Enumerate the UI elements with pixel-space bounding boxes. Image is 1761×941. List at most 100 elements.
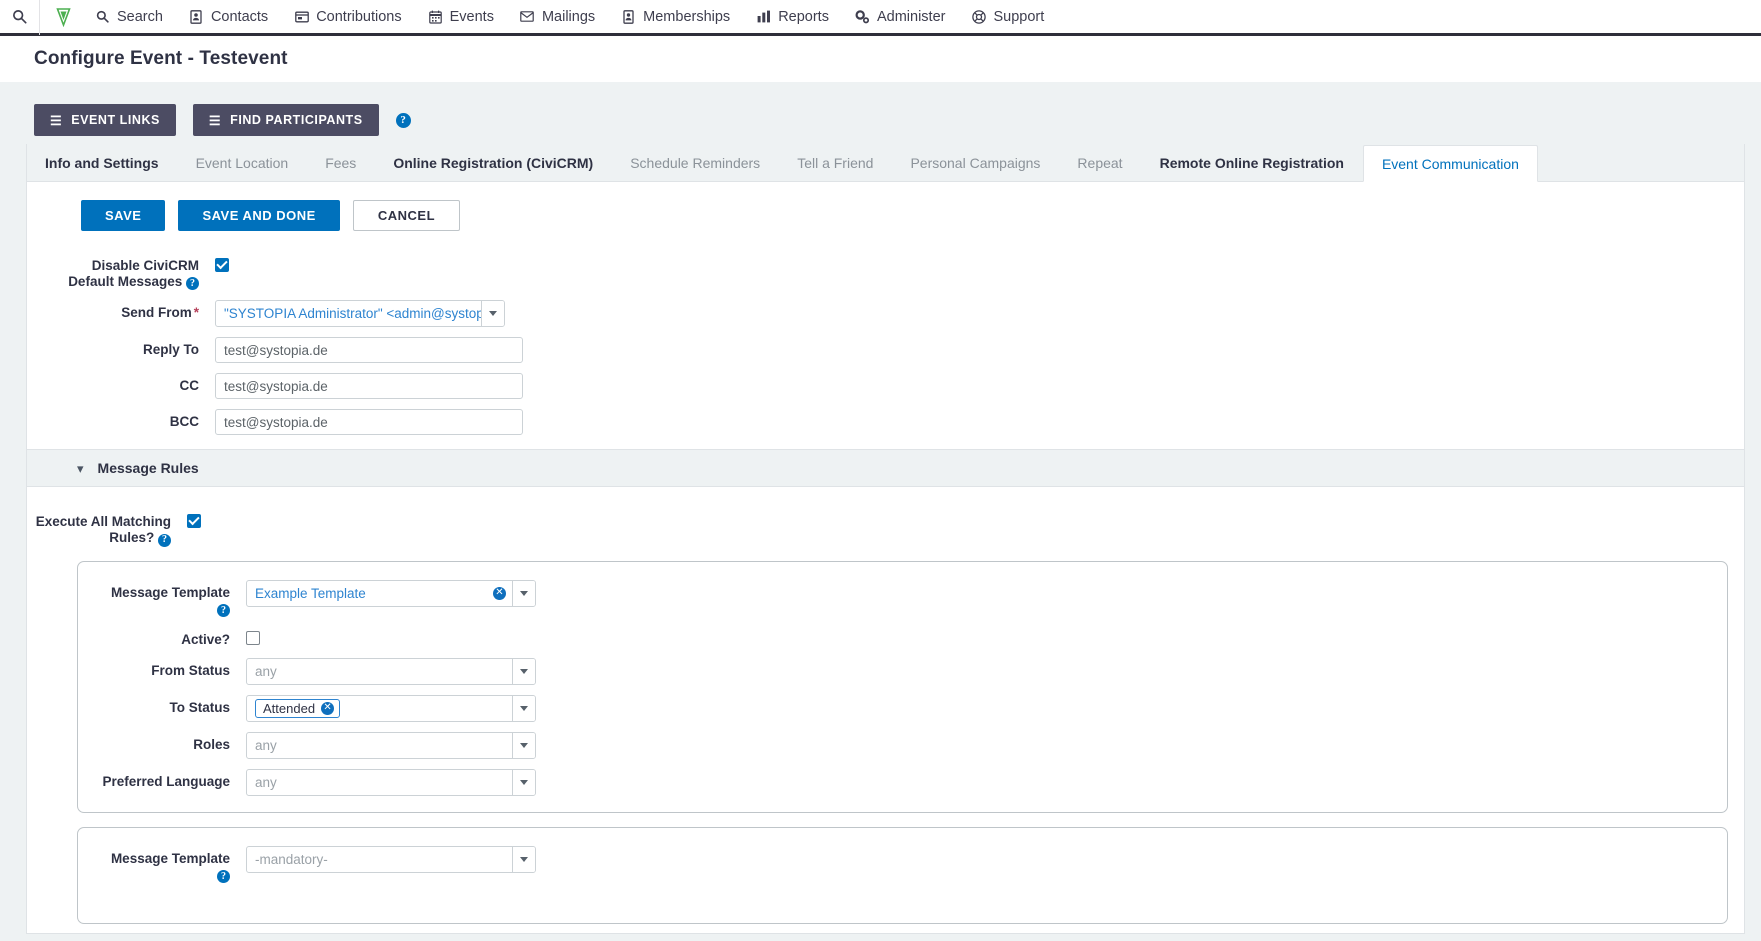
roles-value: any (255, 737, 277, 753)
preferred-language-label: Preferred Language (102, 773, 230, 789)
reply-to-label: Reply To (142, 342, 199, 358)
tab-personal-campaigns[interactable]: Personal Campaigns (892, 144, 1059, 181)
help-icon[interactable]: ? (217, 603, 230, 617)
hamburger-icon: ☰ (50, 112, 63, 128)
tab-label: Event Location (195, 154, 289, 171)
roles-select[interactable]: any (246, 731, 536, 759)
field-row-message-template: Message Template ? -mandatory- (78, 845, 1727, 884)
tab-online-registration[interactable]: Online Registration (CiviCRM) (375, 144, 612, 181)
field-row-bcc: BCC test@systopia.de (27, 409, 1744, 436)
menu-item-support[interactable]: Support (958, 0, 1057, 35)
bcc-control: test@systopia.de (215, 409, 523, 436)
disable-default-messages-checkbox[interactable] (215, 258, 229, 272)
from-status-value: any (255, 663, 277, 679)
cc-label: CC (179, 378, 200, 394)
chevron-down-icon[interactable] (512, 580, 535, 606)
remove-chip-icon[interactable]: ✕ (321, 701, 335, 715)
chevron-down-icon[interactable] (512, 695, 535, 721)
page-title: Configure Event - Testevent (34, 48, 288, 69)
active-control (246, 627, 260, 646)
send-from-value: "SYSTOPIA Administrator" <admin@systopia… (224, 306, 481, 322)
help-icon[interactable]: ? (158, 533, 171, 547)
reply-to-control: test@systopia.de (215, 337, 523, 364)
help-icon[interactable]: ? (186, 277, 199, 291)
send-from-select[interactable]: "SYSTOPIA Administrator" <admin@systopia… (215, 300, 505, 328)
field-row-send-from: Send From * "SYSTOPIA Administrator" <adm… (27, 300, 1744, 328)
tab-label: Repeat (1077, 154, 1123, 171)
message-rules-section-header[interactable]: ▾ Message Rules (27, 449, 1744, 488)
tab-label: Info and Settings (45, 154, 159, 171)
tab-schedule-reminders[interactable]: Schedule Reminders (612, 144, 779, 181)
tab-event-communication[interactable]: Event Communication (1362, 145, 1538, 182)
message-rule-2: Message Template ? -mandatory- (77, 826, 1728, 925)
disable-default-messages-control (215, 253, 229, 272)
preferred-language-value: any (255, 774, 277, 790)
chevron-down-icon[interactable] (512, 658, 535, 684)
menu-item-reports[interactable]: Reports (743, 0, 842, 35)
menu-item-contributions[interactable]: Contributions (281, 0, 414, 35)
menu-item-memberships[interactable]: Memberships (608, 0, 743, 35)
tab-tell-a-friend[interactable]: Tell a Friend (779, 144, 892, 181)
menu-item-contacts[interactable]: Contacts (176, 0, 281, 35)
tab-remote-online-registration[interactable]: Remote Online Registration (1142, 144, 1363, 181)
active-label: Active? (181, 631, 230, 647)
quick-search-icon[interactable] (0, 0, 40, 35)
roles-label: Roles (193, 736, 230, 752)
tab-event-location[interactable]: Event Location (178, 144, 308, 181)
label-text: Message Template (110, 850, 230, 866)
search-icon (95, 9, 110, 24)
tab-info-and-settings[interactable]: Info and Settings (27, 144, 178, 181)
event-communication-form: SAVE SAVE AND DONE CANCEL Disable CiviCR… (27, 182, 1744, 925)
chevron-down-icon[interactable] (481, 301, 504, 327)
event-config-card: Info and Settings Event Location Fees On… (26, 144, 1745, 934)
event-links-button[interactable]: ☰ EVENT LINKS (34, 104, 176, 136)
cancel-button[interactable]: CANCEL (352, 200, 461, 231)
cc-input[interactable]: test@systopia.de (215, 373, 523, 400)
label-line-2: Default Messages (68, 273, 183, 289)
menu-item-mailings[interactable]: Mailings (507, 0, 608, 35)
message-template-select[interactable]: -mandatory- (246, 845, 536, 873)
save-and-done-button[interactable]: SAVE AND DONE (178, 200, 340, 231)
send-from-label: Send From * (27, 300, 199, 321)
menu-item-events[interactable]: Events (415, 0, 507, 35)
to-status-select[interactable]: Attended ✕ (246, 694, 536, 722)
tab-fees[interactable]: Fees (307, 144, 375, 181)
field-row-preferred-language: Preferred Language any (78, 768, 1727, 796)
chevron-down-icon[interactable] (512, 769, 535, 795)
required-asterisk: * (193, 305, 199, 321)
contacts-icon (189, 9, 204, 24)
chevron-down-icon[interactable] (512, 732, 535, 758)
save-button[interactable]: SAVE (81, 200, 166, 231)
cc-control: test@systopia.de (215, 373, 523, 400)
calendar-icon (428, 9, 443, 24)
menu-item-label: Search (117, 8, 163, 25)
find-participants-button[interactable]: ☰ FIND PARTICIPANTS (192, 104, 379, 136)
hamburger-icon: ☰ (208, 112, 222, 128)
field-row-cc: CC test@systopia.de (27, 373, 1744, 400)
event-config-tabs: Info and Settings Event Location Fees On… (27, 144, 1744, 182)
field-row-to-status: To Status Attended ✕ (78, 694, 1727, 722)
civicrm-logo-icon[interactable] (44, 0, 82, 35)
preferred-language-select[interactable]: any (246, 768, 536, 796)
tab-repeat[interactable]: Repeat (1059, 144, 1141, 181)
bar-chart-icon (756, 9, 771, 24)
message-template-select[interactable]: Example Template ✕ (246, 579, 536, 607)
menu-item-search[interactable]: Search (82, 0, 176, 35)
execute-all-matching-rules-checkbox[interactable] (187, 514, 201, 529)
chevron-down-icon[interactable] (512, 846, 535, 872)
from-status-select[interactable]: any (246, 657, 536, 685)
active-checkbox[interactable] (246, 630, 260, 645)
field-row-reply-to: Reply To test@systopia.de (27, 337, 1744, 364)
bcc-input[interactable]: test@systopia.de (215, 409, 523, 436)
chip-label: Attended (263, 700, 316, 716)
menu-item-administer[interactable]: Administer (842, 0, 959, 35)
clear-selection-icon[interactable]: ✕ (493, 586, 506, 600)
reply-to-input[interactable]: test@systopia.de (215, 337, 523, 364)
label-line-2: Rules? (109, 530, 155, 546)
from-status-control: any (246, 657, 536, 685)
help-icon[interactable]: ? (217, 870, 230, 884)
tab-label: Remote Online Registration (1159, 154, 1344, 171)
lifebuoy-icon (971, 9, 986, 24)
menu-item-label: Mailings (541, 8, 596, 25)
help-icon[interactable]: ? (395, 112, 411, 128)
